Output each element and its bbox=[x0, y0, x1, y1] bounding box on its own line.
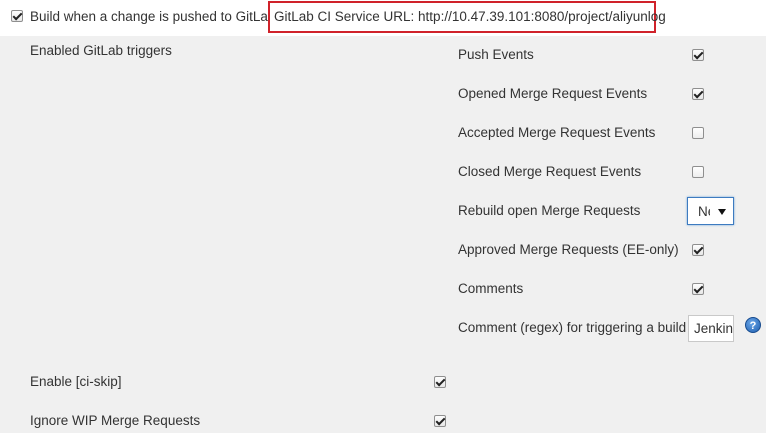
trigger-label-rebuild-open-merge-requests: Rebuild open Merge Requests bbox=[458, 203, 641, 218]
service-url-highlight-box: GitLab CI Service URL: http://10.47.39.1… bbox=[268, 1, 666, 33]
rebuild-open-merge-requests-select[interactable]: Ne bbox=[687, 197, 734, 225]
trigger-label-opened-merge-request: Opened Merge Request Events bbox=[458, 86, 648, 101]
help-icon[interactable]: ? bbox=[745, 317, 761, 333]
enable-ci-skip-checkbox[interactable] bbox=[434, 376, 446, 388]
push-events-checkbox[interactable] bbox=[692, 49, 704, 61]
ignore-wip-merge-requests-label: Ignore WIP Merge Requests bbox=[30, 413, 201, 428]
comment-regex-input[interactable]: Jenkins bbox=[688, 315, 734, 342]
trigger-label-comment-regex: Comment (regex) for triggering a build bbox=[458, 320, 687, 335]
rebuild-select-value: Ne bbox=[698, 204, 710, 219]
trigger-label-accepted-merge-request: Accepted Merge Request Events bbox=[458, 125, 656, 140]
enable-ci-skip-label: Enable [ci-skip] bbox=[30, 374, 122, 389]
closed-merge-request-checkbox[interactable] bbox=[692, 166, 704, 178]
gitlab-ci-service-url: GitLab CI Service URL: http://10.47.39.1… bbox=[274, 9, 666, 24]
comments-checkbox[interactable] bbox=[692, 283, 704, 295]
trigger-label-push-events: Push Events bbox=[458, 47, 534, 62]
approved-merge-requests-checkbox[interactable] bbox=[692, 244, 704, 256]
accepted-merge-request-checkbox[interactable] bbox=[692, 127, 704, 139]
chevron-down-icon bbox=[718, 209, 726, 215]
trigger-label-approved-merge-requests: Approved Merge Requests (EE-only) bbox=[458, 242, 679, 257]
gitlab-build-trigger-config: Build when a change is pushed to GitLab.… bbox=[0, 0, 766, 433]
ignore-wip-merge-requests-checkbox[interactable] bbox=[434, 415, 446, 427]
enabled-gitlab-triggers-label: Enabled GitLab triggers bbox=[30, 43, 172, 58]
build-on-push-checkbox[interactable] bbox=[11, 10, 23, 22]
opened-merge-request-checkbox[interactable] bbox=[692, 88, 704, 100]
trigger-label-comments: Comments bbox=[458, 281, 524, 296]
build-on-push-label: Build when a change is pushed to GitLab. bbox=[30, 9, 280, 24]
comment-regex-value: Jenkins bbox=[694, 321, 734, 336]
trigger-label-closed-merge-request: Closed Merge Request Events bbox=[458, 164, 642, 179]
